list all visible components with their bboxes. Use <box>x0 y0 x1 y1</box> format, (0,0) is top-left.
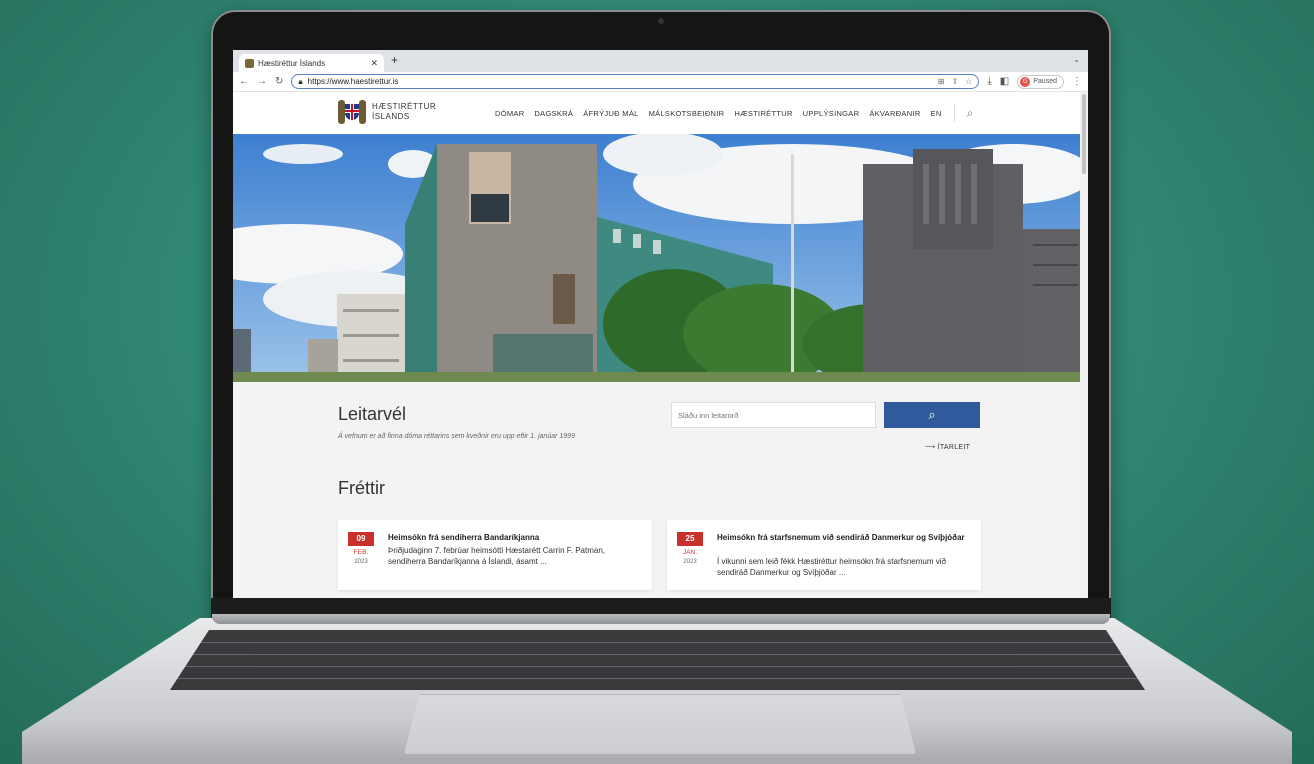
logo-line-2: ÍSLANDS <box>372 112 410 121</box>
nav-afryjud-mal[interactable]: ÁFRÝJUÐ MÁL <box>583 109 638 118</box>
browser-toolbar: ← → ↻ 🔒︎ https://www.haestirettur.is ⊞ ⇪… <box>233 72 1088 92</box>
tab-title: Hæstiréttur Íslands <box>258 58 326 68</box>
date-year: 2023 <box>683 559 697 565</box>
search-title: Leitarvél <box>338 404 407 424</box>
site-header: HÆSTIRÉTTUR ÍSLANDS DÓMAR DAGSKRÁ ÁFRÝJU… <box>233 92 1088 134</box>
news-title: Fréttir <box>338 478 385 498</box>
close-tab-icon[interactable]: ✕ <box>370 58 378 69</box>
nav-domar[interactable]: DÓMAR <box>495 109 524 118</box>
advanced-search-link[interactable]: ⟶ ÍTARLEIT <box>925 443 970 451</box>
date-badge: 09 FEB. 2023 <box>348 532 374 565</box>
news-excerpt: Þriðjudaginn 7. febrúar heimsótti Hæstar… <box>388 546 605 566</box>
address-bar[interactable]: 🔒︎ https://www.haestirettur.is ⊞ ⇪ ☆ <box>291 74 980 89</box>
search-button[interactable]: ⌕ <box>884 402 980 428</box>
download-icon[interactable]: ⤓ <box>987 76 991 87</box>
laptop-screen: Hæstiréttur Íslands ✕ + ⌄ ← → ↻ 🔒︎ https… <box>233 50 1088 598</box>
profile-paused-button[interactable]: G Paused <box>1017 74 1064 89</box>
date-month: JAN. <box>682 549 698 556</box>
site-logo[interactable]: HÆSTIRÉTTUR ÍSLANDS <box>338 97 436 127</box>
laptop-hinge <box>212 614 1110 624</box>
page-scrollbar[interactable] <box>1080 92 1088 598</box>
side-panel-icon[interactable]: ◧ <box>1000 76 1009 87</box>
date-day: 09 <box>348 532 374 546</box>
coat-of-arms-icon <box>338 97 366 127</box>
main-nav: DÓMAR DAGSKRÁ ÁFRÝJUÐ MÁL MÁLSKOTSBEIÐNI… <box>495 92 974 134</box>
news-card[interactable]: 25 JAN. 2023 Heimsókn frá starfsnemum vi… <box>667 520 981 590</box>
laptop-keyboard <box>170 630 1145 690</box>
magnifier-icon: ⌕ <box>928 407 936 422</box>
news-section: Fréttir 09 FEB. 2023 Heimsókn frá sendih… <box>233 470 1088 598</box>
tab-search-chevron-icon[interactable]: ⌄ <box>1073 55 1080 64</box>
address-bar-actions: ⊞ ⇪ ☆ <box>938 77 973 86</box>
search-subtitle: Á vefnum er að finna dóma réttarins sem … <box>338 433 575 440</box>
nav-divider <box>953 104 955 122</box>
search-section: Leitarvél Á vefnum er að finna dóma rétt… <box>233 382 1088 470</box>
browser-menu-icon[interactable]: ⋮ <box>1072 76 1082 87</box>
news-excerpt: Í vikunni sem leið fékk Hæstiréttur heim… <box>717 557 946 577</box>
news-card[interactable]: 09 FEB. 2023 Heimsókn frá sendiherra Ban… <box>338 520 652 590</box>
date-year: 2023 <box>354 559 368 565</box>
nav-dagskra[interactable]: DAGSKRÁ <box>534 109 573 118</box>
logo-line-1: HÆSTIRÉTTUR <box>372 102 437 111</box>
translate-icon[interactable]: ⊞ <box>938 77 945 86</box>
date-month: FEB. <box>353 549 369 556</box>
profile-status: Paused <box>1033 78 1057 85</box>
hero-image <box>233 134 1088 382</box>
bookmark-star-icon[interactable]: ☆ <box>965 77 972 86</box>
news-headline[interactable]: Heimsókn frá starfsnemum við sendiráð Da… <box>717 532 973 543</box>
browser-tab[interactable]: Hæstiréttur Íslands ✕ <box>239 54 384 72</box>
date-day: 25 <box>677 532 703 546</box>
nav-upplysingar[interactable]: UPPLÝSINGAR <box>803 109 860 118</box>
laptop-trackpad <box>404 694 916 754</box>
news-headline[interactable]: Heimsókn frá sendiherra Bandaríkjanna <box>388 532 644 543</box>
camera <box>658 18 664 24</box>
nav-haestirettur[interactable]: HÆSTIRÉTTUR <box>734 109 792 118</box>
profile-avatar: G <box>1020 76 1031 87</box>
nav-akvardanir[interactable]: ÁKVARÐANIR <box>869 109 920 118</box>
forward-arrow-icon[interactable]: → <box>257 76 267 87</box>
search-icon[interactable]: ⌕ <box>967 106 974 121</box>
address-url: https://www.haestirettur.is <box>307 77 399 86</box>
nav-en[interactable]: EN <box>931 109 942 118</box>
share-icon[interactable]: ⇪ <box>952 77 959 86</box>
logo-text: HÆSTIRÉTTUR ÍSLANDS <box>372 102 436 122</box>
search-input[interactable] <box>671 402 876 428</box>
new-tab-button[interactable]: + <box>391 53 398 67</box>
reload-icon[interactable]: ↻ <box>275 76 283 87</box>
date-badge: 25 JAN. 2023 <box>677 532 703 565</box>
browser-tabbar: Hæstiréttur Íslands ✕ + ⌄ <box>233 50 1088 72</box>
lock-icon: 🔒︎ <box>298 76 303 86</box>
back-arrow-icon[interactable]: ← <box>239 76 249 87</box>
nav-malskotsbeidnir[interactable]: MÁLSKOTSBEIÐNIR <box>649 109 725 118</box>
courthouse-photo <box>233 134 1088 382</box>
site-favicon-icon <box>245 58 254 68</box>
scrollbar-thumb[interactable] <box>1082 94 1086 174</box>
laptop-lid: Hæstiréttur Íslands ✕ + ⌄ ← → ↻ 🔒︎ https… <box>211 10 1111 622</box>
